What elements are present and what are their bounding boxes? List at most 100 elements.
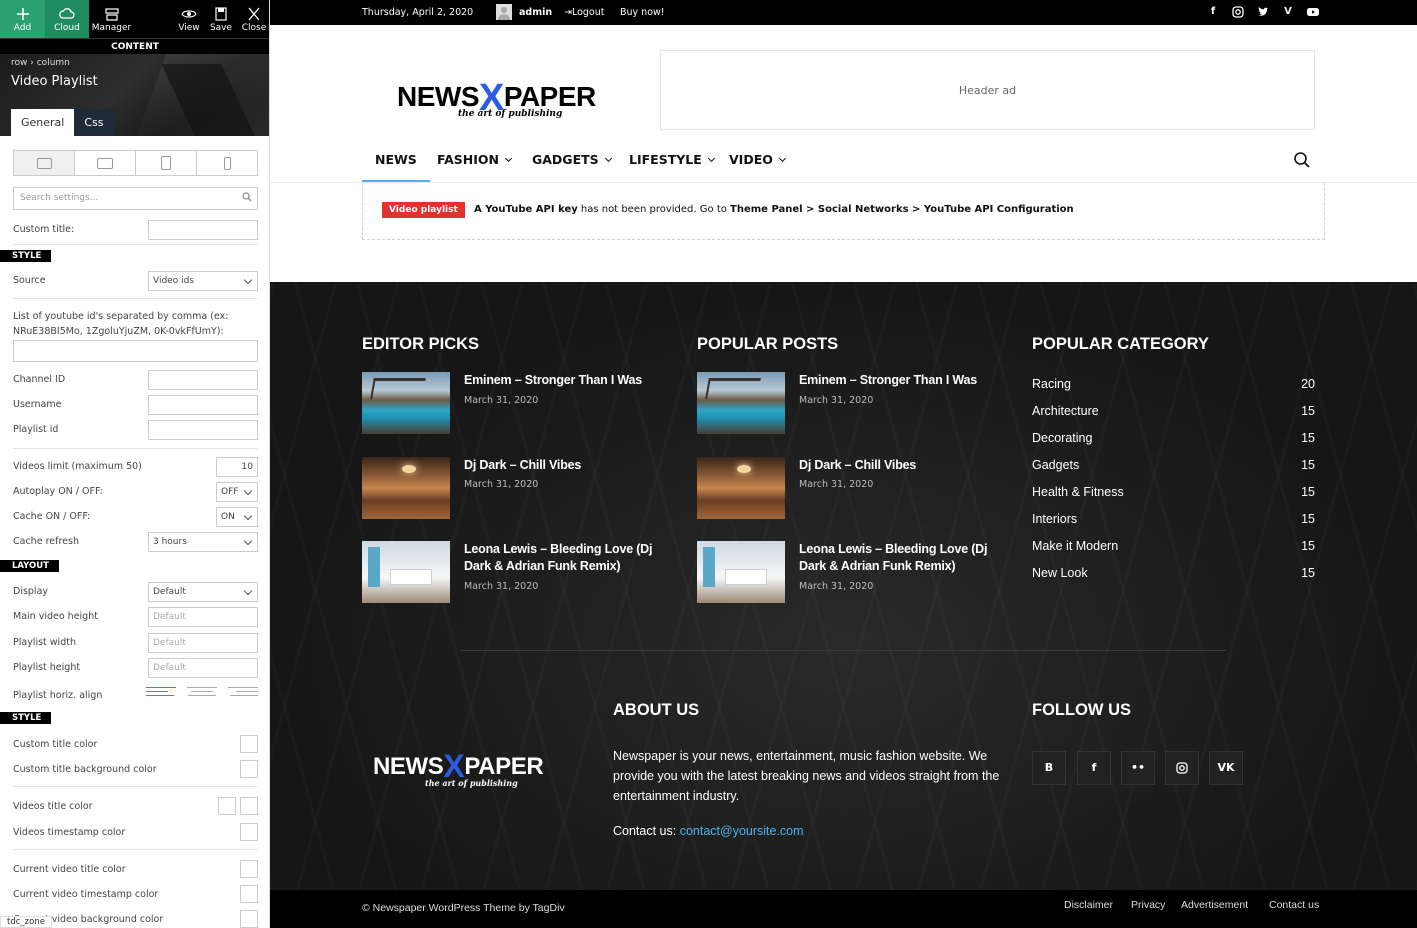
playlist-width-input[interactable]: Default: [148, 633, 258, 653]
videos-limit-input[interactable]: 10: [216, 457, 258, 477]
vk-icon[interactable]: VK: [1209, 751, 1243, 785]
post-thumbnail[interactable]: [362, 372, 450, 434]
color-picker[interactable]: [240, 860, 258, 878]
settings-search-input[interactable]: Search settings...: [13, 187, 258, 210]
device-tablet-landscape-button[interactable]: [75, 151, 136, 175]
list-item[interactable]: Leona Lewis – Bleeding Love (Dj Dark & A…: [697, 541, 997, 603]
blogger-icon[interactable]: B: [1032, 751, 1066, 785]
menu-item-gadgets[interactable]: GADGETS: [532, 144, 612, 182]
user-link[interactable]: admin: [519, 7, 552, 18]
buy-now-link[interactable]: Buy now!: [620, 7, 665, 18]
manager-button[interactable]: Manager: [89, 0, 134, 38]
category-item[interactable]: Health & Fitness 15: [1032, 485, 1315, 505]
footer-logo[interactable]: NEWSXPAPER the art of publishing: [373, 745, 573, 795]
search-icon[interactable]: [1293, 151, 1311, 169]
privacy-link[interactable]: Privacy: [1131, 899, 1165, 911]
twitter-icon[interactable]: [1257, 6, 1269, 18]
tab-css[interactable]: Css: [74, 109, 114, 136]
autoplay-select[interactable]: OFF: [216, 482, 258, 502]
add-button[interactable]: Add: [0, 0, 45, 38]
post-thumbnail[interactable]: [697, 541, 785, 603]
post-thumbnail[interactable]: [697, 372, 785, 434]
post-title[interactable]: Dj Dark – Chill Vibes: [799, 457, 999, 474]
menu-item-fashion[interactable]: FASHION: [437, 144, 513, 182]
flickr-icon[interactable]: ••: [1121, 751, 1155, 785]
category-item[interactable]: Make it Modern 15: [1032, 539, 1315, 559]
facebook-icon[interactable]: f: [1207, 6, 1219, 18]
username-input[interactable]: [148, 395, 258, 415]
cache-refresh-select[interactable]: 3 hours: [148, 532, 258, 552]
post-thumbnail[interactable]: [362, 457, 450, 519]
list-item[interactable]: Leona Lewis – Bleeding Love (Dj Dark & A…: [362, 541, 662, 603]
menu-item-lifestyle[interactable]: LIFESTYLE: [629, 144, 715, 182]
list-item[interactable]: Dj Dark – Chill Vibes March 31, 2020: [697, 457, 997, 519]
about-text: Newspaper is your news, entertainment, m…: [613, 749, 1000, 803]
device-desktop-button[interactable]: [14, 151, 75, 175]
device-tablet-portrait-button[interactable]: [136, 151, 197, 175]
color-picker[interactable]: [240, 823, 258, 841]
site-logo[interactable]: NEWSXPAPER the art of publishing: [397, 70, 619, 122]
logout-link[interactable]: ⇥Logout: [564, 7, 605, 18]
instagram-icon[interactable]: [1165, 751, 1199, 785]
channel-id-input[interactable]: [148, 370, 258, 390]
category-item[interactable]: Gadgets 15: [1032, 458, 1315, 478]
list-item[interactable]: Eminem – Stronger Than I Was March 31, 2…: [362, 372, 662, 434]
vimeo-icon[interactable]: V: [1282, 6, 1294, 18]
breadcrumb-row[interactable]: row: [11, 58, 27, 68]
color-picker[interactable]: [240, 885, 258, 903]
panel-title: Video Playlist: [11, 74, 98, 89]
main-video-height-input[interactable]: Default: [148, 607, 258, 627]
color-picker[interactable]: [218, 797, 236, 815]
color-picker[interactable]: [240, 797, 258, 815]
list-item[interactable]: Eminem – Stronger Than I Was March 31, 2…: [697, 372, 997, 434]
category-item[interactable]: Racing 20: [1032, 377, 1315, 397]
popular-category-title: POPULAR CATEGORY: [1032, 335, 1209, 353]
panel-header: row › column Video Playlist General Css: [0, 54, 269, 136]
color-picker[interactable]: [240, 735, 258, 753]
advertisement-link[interactable]: Advertisement: [1181, 899, 1248, 911]
menu-item-news[interactable]: NEWS: [362, 144, 430, 182]
menu-item-video[interactable]: VIDEO: [729, 144, 786, 182]
instagram-icon[interactable]: [1232, 6, 1244, 18]
align-center-icon[interactable]: [186, 686, 218, 698]
cloud-button[interactable]: Cloud: [45, 0, 89, 38]
main-video-height-row: Main video height Default: [13, 607, 258, 627]
source-select[interactable]: Video ids: [148, 271, 258, 291]
post-thumbnail[interactable]: [362, 541, 450, 603]
contact-email-link[interactable]: contact@yoursite.com: [680, 824, 804, 838]
post-title[interactable]: Leona Lewis – Bleeding Love (Dj Dark & A…: [799, 541, 999, 575]
category-item[interactable]: Interiors 15: [1032, 512, 1315, 532]
category-item[interactable]: Decorating 15: [1032, 431, 1315, 451]
align-left-icon[interactable]: [146, 686, 178, 698]
device-phone-button[interactable]: [197, 151, 257, 175]
post-title[interactable]: Eminem – Stronger Than I Was: [799, 372, 999, 389]
category-item[interactable]: Architecture 15: [1032, 404, 1315, 424]
custom-title-input[interactable]: [148, 220, 258, 240]
contact-us-link[interactable]: Contact us: [1269, 899, 1319, 911]
breadcrumb-column[interactable]: column: [37, 58, 70, 68]
avatar[interactable]: [496, 4, 512, 20]
save-button[interactable]: Save: [206, 0, 236, 38]
cache-select[interactable]: ON: [216, 507, 258, 527]
youtube-ids-input[interactable]: [13, 340, 258, 362]
align-right-icon[interactable]: [226, 686, 258, 698]
facebook-icon[interactable]: f: [1077, 751, 1111, 785]
disclaimer-link[interactable]: Disclaimer: [1064, 899, 1113, 911]
list-item[interactable]: Dj Dark – Chill Vibes March 31, 2020: [362, 457, 662, 519]
post-thumbnail[interactable]: [697, 457, 785, 519]
playlist-id-input[interactable]: [148, 420, 258, 440]
post-title[interactable]: Leona Lewis – Bleeding Love (Dj Dark & A…: [464, 541, 664, 575]
tab-general[interactable]: General: [11, 109, 75, 136]
header-ad[interactable]: Header ad: [660, 50, 1315, 130]
videos-title-color-row: Videos title color: [13, 797, 258, 817]
display-select[interactable]: Default: [148, 582, 258, 602]
playlist-height-input[interactable]: Default: [148, 658, 258, 678]
color-picker[interactable]: [240, 760, 258, 778]
view-button[interactable]: View: [174, 0, 204, 38]
youtube-icon[interactable]: [1307, 6, 1319, 18]
color-picker[interactable]: [240, 910, 258, 928]
category-item[interactable]: New Look 15: [1032, 566, 1315, 586]
post-title[interactable]: Dj Dark – Chill Vibes: [464, 457, 664, 474]
close-button[interactable]: Close: [238, 0, 269, 38]
post-title[interactable]: Eminem – Stronger Than I Was: [464, 372, 664, 389]
